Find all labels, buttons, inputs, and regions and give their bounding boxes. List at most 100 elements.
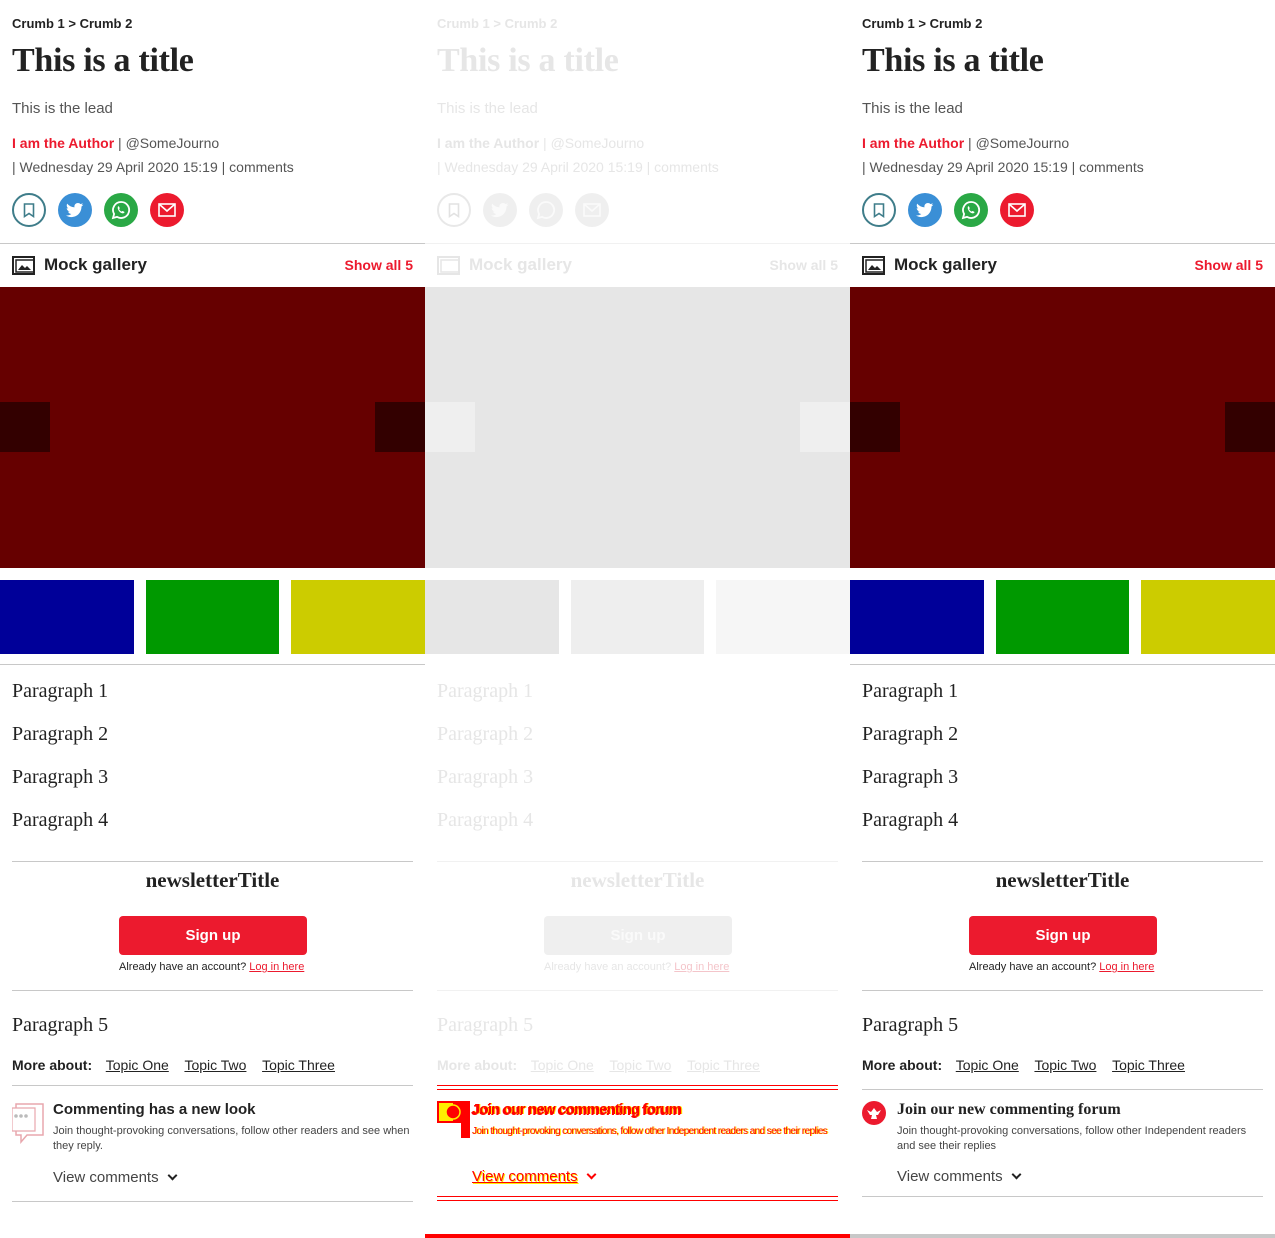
topic-link[interactable]: Topic One	[956, 1057, 1019, 1073]
show-all-link[interactable]: Show all 5	[1195, 257, 1263, 273]
gallery-thumbnail[interactable]	[1141, 580, 1275, 654]
email-share-button[interactable]	[575, 193, 609, 227]
more-about-label: More about:	[437, 1057, 518, 1073]
share-bar	[12, 193, 413, 227]
comments-link[interactable]: comments	[1079, 159, 1144, 175]
breadcrumb-item[interactable]: Crumb 2	[505, 16, 558, 31]
gallery-thumbnail[interactable]	[571, 580, 704, 654]
article-lead: This is the lead	[437, 100, 538, 117]
breadcrumb-item[interactable]: Crumb 1	[862, 16, 915, 31]
topic-link[interactable]: Topic One	[106, 1057, 169, 1073]
view-comments-label: View comments	[897, 1168, 1003, 1185]
gallery-prev-button[interactable]	[0, 402, 50, 452]
gallery-next-button[interactable]	[800, 402, 850, 452]
gallery-main-image[interactable]	[425, 287, 850, 568]
gallery-thumbnail[interactable]	[996, 580, 1129, 654]
bookmark-icon	[873, 202, 885, 218]
bookmark-button[interactable]	[12, 193, 46, 227]
comments-link[interactable]: comments	[229, 159, 294, 175]
login-link[interactable]: Log in here	[674, 961, 729, 973]
gallery-title: Mock gallery	[894, 255, 997, 274]
gallery-prev-button[interactable]	[425, 402, 475, 452]
whatsapp-icon	[961, 201, 980, 220]
newsletter-signup-button[interactable]: Sign up	[119, 916, 307, 955]
twitter-share-button[interactable]	[483, 193, 517, 227]
author-link[interactable]: I am the Author	[437, 135, 539, 151]
newsletter-signup-button[interactable]: Sign up	[969, 916, 1157, 955]
newsletter-signup-button[interactable]: Sign up	[544, 916, 732, 955]
comments-description: Join thought-provoking conversations, fo…	[472, 1126, 828, 1137]
whatsapp-share-button[interactable]	[104, 193, 138, 227]
comments-link[interactable]: comments	[654, 159, 719, 175]
publish-date: | Wednesday 29 April 2020 15:19 |	[437, 159, 651, 175]
paragraph: Paragraph 5	[862, 1014, 959, 1036]
newsletter-login: Already have an account? Log in here	[119, 961, 304, 973]
gallery-thumbnail[interactable]	[291, 580, 425, 654]
author-handle[interactable]: | @SomeJourno	[543, 135, 644, 151]
login-prompt: Already have an account?	[119, 961, 247, 973]
breadcrumb-item[interactable]: Crumb 1	[437, 16, 490, 31]
author-handle[interactable]: | @SomeJourno	[118, 135, 219, 151]
show-all-link[interactable]: Show all 5	[345, 257, 413, 273]
show-all-link[interactable]: Show all 5	[770, 257, 838, 273]
topic-link[interactable]: Topic Three	[1112, 1057, 1185, 1073]
gallery-prev-button[interactable]	[850, 402, 900, 452]
gallery-next-button[interactable]	[375, 402, 425, 452]
paragraph: Paragraph 4	[12, 809, 109, 831]
gallery-thumbnail[interactable]	[146, 580, 279, 654]
gallery-next-button[interactable]	[1225, 402, 1275, 452]
topic-link[interactable]: Topic Three	[262, 1057, 335, 1073]
gallery-thumbnail[interactable]	[850, 580, 984, 654]
topic-link[interactable]: Topic Two	[1034, 1057, 1096, 1073]
bookmark-button[interactable]	[437, 193, 471, 227]
article-panel-3: Crumb 1 > Crumb 2 This is a title This i…	[850, 0, 1275, 1238]
diff-bar	[425, 1234, 850, 1238]
gallery-thumbnail[interactable]	[425, 580, 559, 654]
breadcrumb-item[interactable]: Crumb 2	[80, 16, 133, 31]
divider	[0, 664, 425, 665]
view-comments-button[interactable]: View comments	[897, 1168, 1022, 1185]
paragraph: Paragraph 1	[12, 680, 109, 702]
gallery-main-image[interactable]	[0, 287, 425, 568]
breadcrumb-item[interactable]: Crumb 2	[930, 16, 983, 31]
paragraph: Paragraph 4	[862, 809, 959, 831]
gallery-thumbnail[interactable]	[0, 580, 134, 654]
login-link[interactable]: Log in here	[1099, 961, 1154, 973]
breadcrumb-item[interactable]: Crumb 1	[12, 16, 65, 31]
paragraph: Paragraph 2	[437, 723, 534, 745]
bookmark-button[interactable]	[862, 193, 896, 227]
whatsapp-share-button[interactable]	[529, 193, 563, 227]
more-about-label: More about:	[12, 1057, 93, 1073]
topic-link[interactable]: Topic Two	[609, 1057, 671, 1073]
topic-link[interactable]: Topic Two	[184, 1057, 246, 1073]
paragraph: Paragraph 2	[862, 723, 959, 745]
author-link[interactable]: I am the Author	[12, 135, 114, 151]
whatsapp-icon	[536, 201, 555, 220]
page-title: This is a title	[862, 42, 1044, 79]
topic-link[interactable]: Topic One	[531, 1057, 594, 1073]
publish-date: | Wednesday 29 April 2020 15:19 |	[862, 159, 1076, 175]
email-icon	[583, 203, 601, 217]
login-link[interactable]: Log in here	[249, 961, 304, 973]
view-comments-label: View comments	[53, 1169, 159, 1186]
divider	[862, 1196, 1263, 1197]
comments-title: Commenting has a new look	[53, 1101, 256, 1118]
divider	[850, 664, 1275, 665]
bookmark-icon	[23, 202, 35, 218]
email-share-button[interactable]	[1000, 193, 1034, 227]
view-comments-button[interactable]: View comments	[472, 1168, 597, 1185]
divider	[0, 243, 425, 244]
author-handle[interactable]: | @SomeJourno	[968, 135, 1069, 151]
view-comments-button[interactable]: View comments	[53, 1169, 178, 1186]
gallery-thumbnail[interactable]	[716, 580, 850, 654]
paragraph: Paragraph 3	[437, 766, 534, 788]
gallery-title: Mock gallery	[469, 255, 572, 274]
twitter-share-button[interactable]	[58, 193, 92, 227]
gallery-main-image[interactable]	[850, 287, 1275, 568]
whatsapp-share-button[interactable]	[954, 193, 988, 227]
topic-link[interactable]: Topic Three	[687, 1057, 760, 1073]
twitter-icon	[491, 202, 509, 217]
author-link[interactable]: I am the Author	[862, 135, 964, 151]
twitter-share-button[interactable]	[908, 193, 942, 227]
email-share-button[interactable]	[150, 193, 184, 227]
